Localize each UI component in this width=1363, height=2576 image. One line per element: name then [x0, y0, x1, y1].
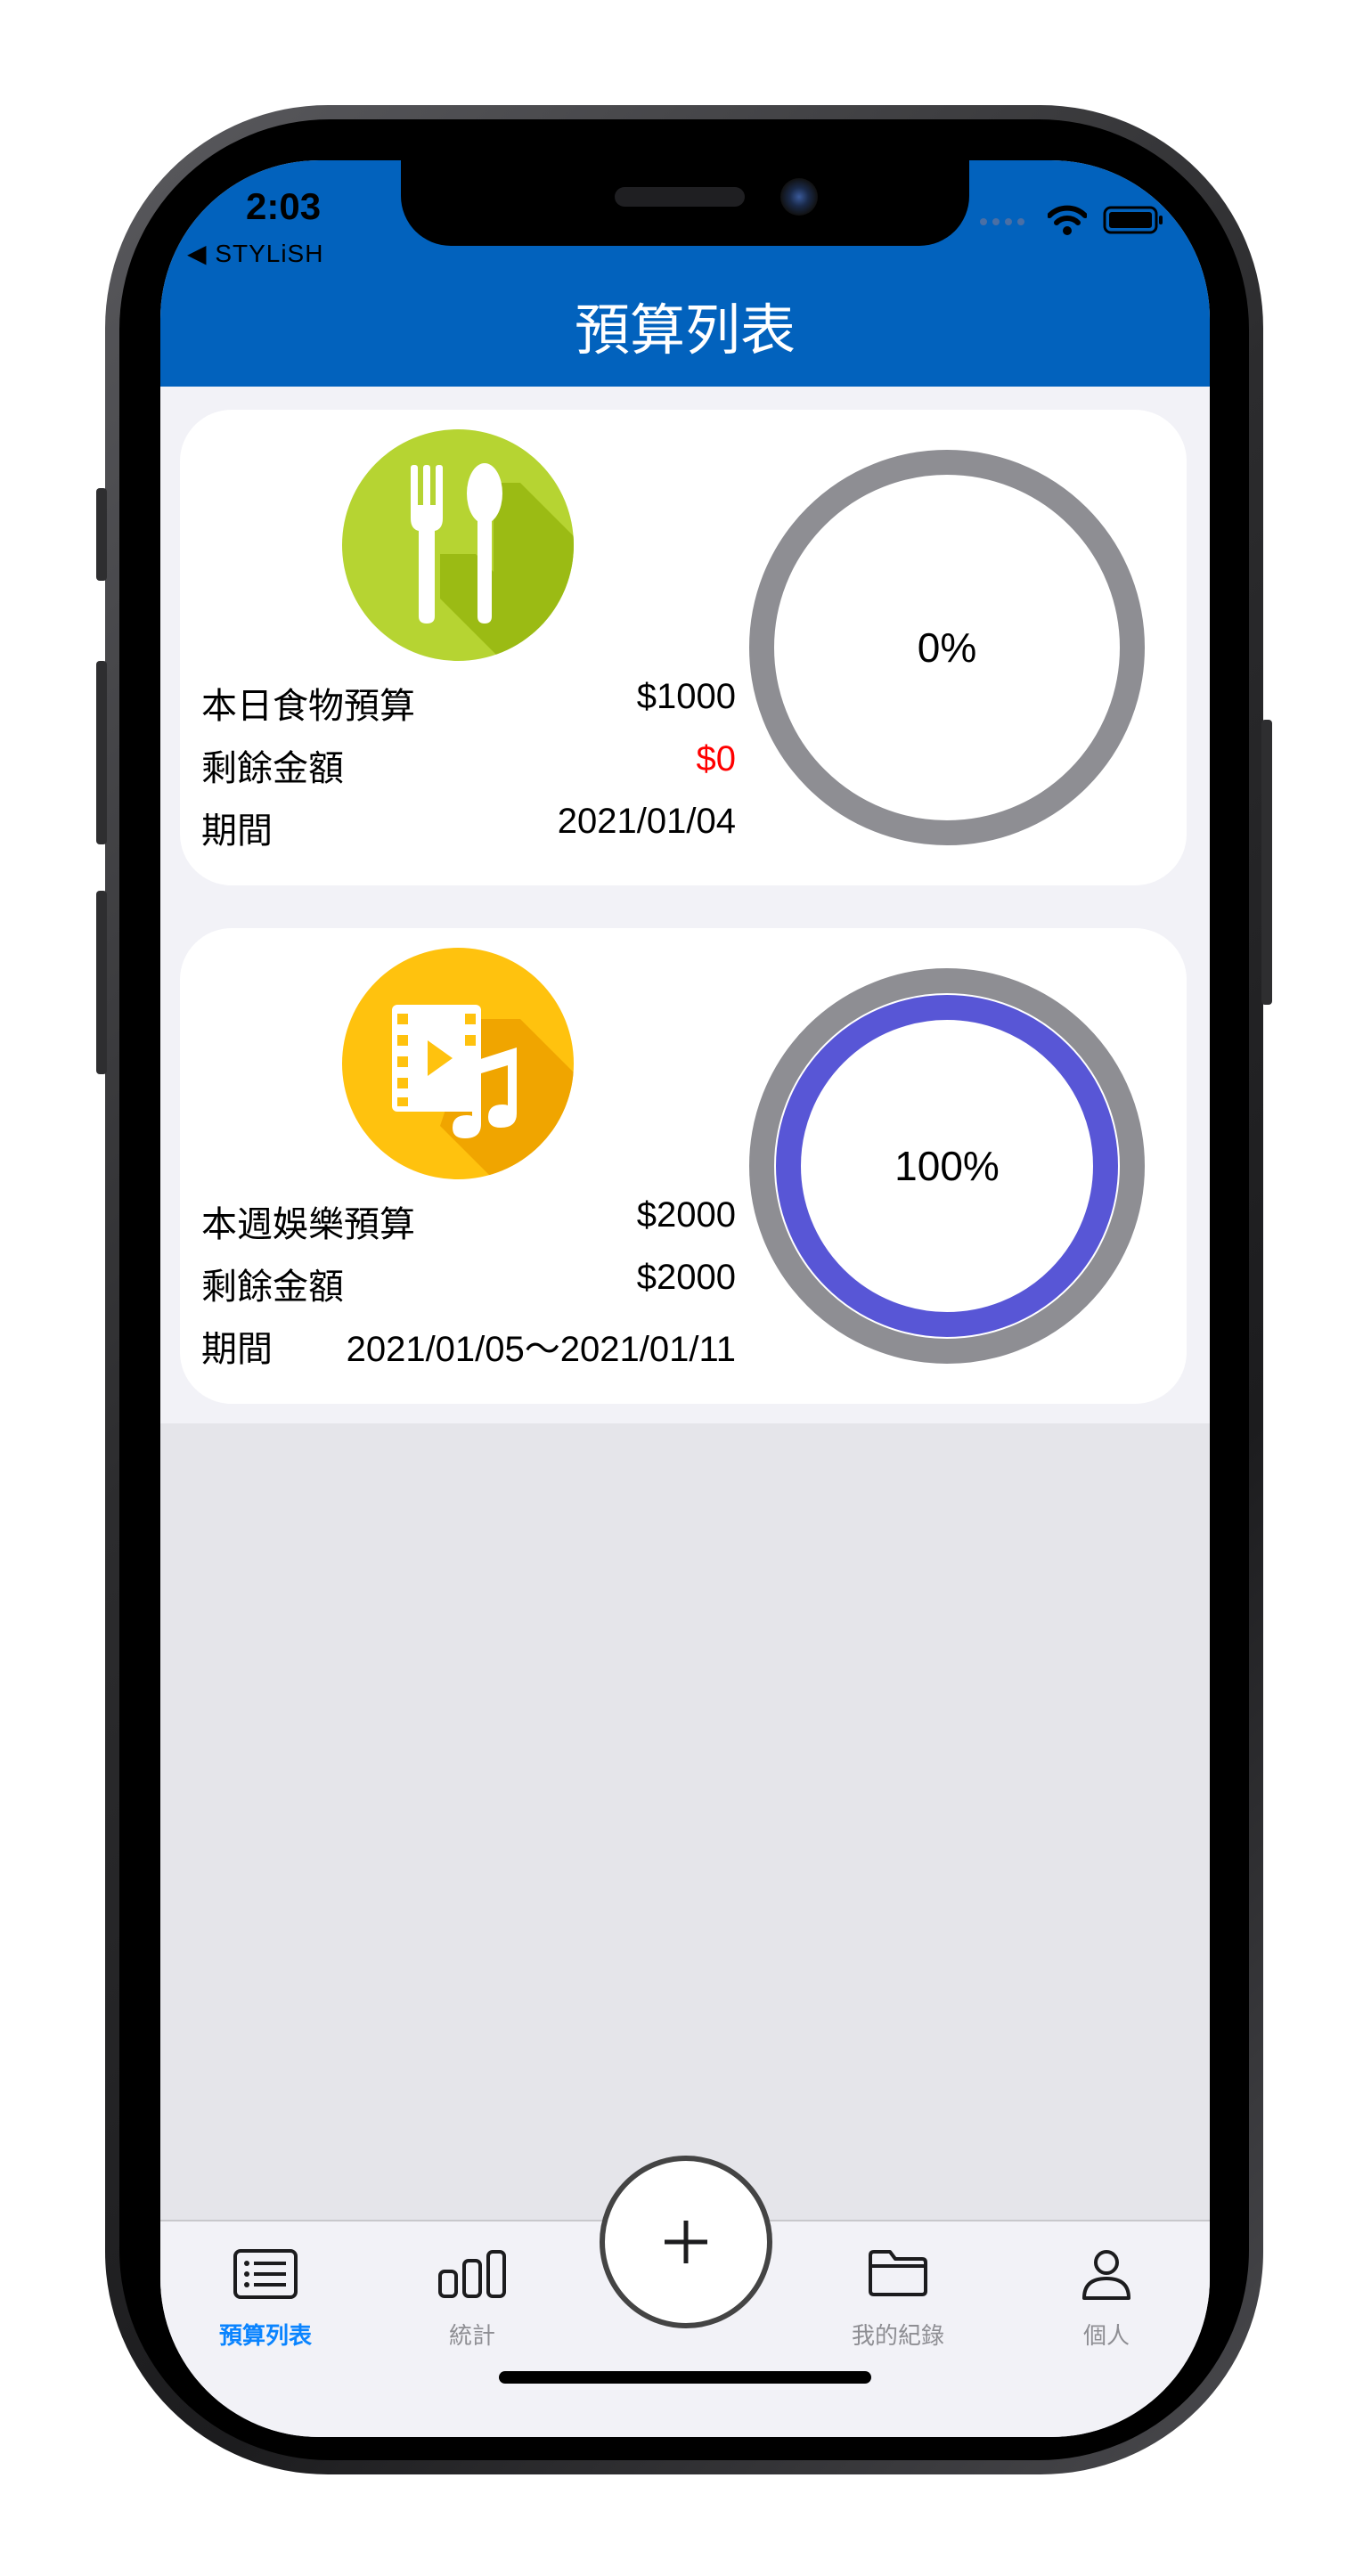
progress-ring: 0% [747, 447, 1147, 848]
budget-list: 本日食物預算 $1000 剩餘金額 $0 期間 2021/01/04 0% 本週… [160, 387, 1210, 1423]
plus-icon [665, 2221, 707, 2263]
remaining-amount: $0 [696, 739, 737, 779]
page-title: 預算列表 [574, 300, 796, 362]
budget-name: 本週娛樂預算 [201, 1205, 415, 1244]
progress-percent: 0% [917, 624, 977, 671]
power-button [1261, 720, 1272, 1005]
tab-label: 個人 [1082, 2322, 1130, 2349]
home-indicator [499, 2371, 871, 2384]
tab-my-records[interactable]: 我的紀錄 [809, 2221, 987, 2355]
screen: 2:03 ◀ STYLiSH 預算列表 本日食物預算 $1000 剩餘金額 $0… [160, 160, 1210, 2437]
tab-label: 預算列表 [218, 2322, 312, 2349]
back-to-app-link[interactable]: ◀ STYLiSH [187, 239, 323, 268]
signal-icon [980, 218, 1024, 225]
folder-icon [869, 2250, 927, 2296]
volume-up-button [96, 661, 107, 844]
budget-name: 本日食物預算 [201, 687, 415, 726]
tab-statistics[interactable]: 統計 [383, 2221, 561, 2355]
progress-percent: 100% [894, 1143, 1000, 1189]
remaining-label: 剩餘金額 [201, 1268, 344, 1307]
speaker [615, 187, 745, 207]
status-indicators [978, 205, 1165, 235]
notch [401, 160, 969, 246]
add-budget-button[interactable] [600, 2156, 772, 2328]
status-time: 2:03 [246, 185, 322, 227]
list-icon [233, 2249, 298, 2299]
period-value: 2021/01/04 [557, 802, 736, 841]
tab-budget-list[interactable]: 預算列表 [176, 2221, 355, 2355]
budget-amount: $1000 [636, 677, 736, 716]
tab-label: 我的紀錄 [851, 2322, 944, 2349]
battery-icon [1103, 206, 1163, 234]
budget-card-entertainment[interactable]: 本週娛樂預算 $2000 剩餘金額 $2000 期間 2021/01/05～20… [180, 928, 1187, 1404]
bar-chart-icon [438, 2250, 506, 2298]
film-music-icon [342, 948, 574, 1179]
tab-profile[interactable]: 個人 [1017, 2221, 1196, 2355]
progress-ring: 100% [747, 966, 1147, 1366]
person-icon [1082, 2250, 1130, 2300]
front-camera [780, 178, 818, 216]
remaining-amount: $2000 [636, 1258, 736, 1297]
tab-label: 統計 [448, 2322, 495, 2349]
budget-card-food[interactable]: 本日食物預算 $1000 剩餘金額 $0 期間 2021/01/04 0% [180, 410, 1187, 885]
period-label: 期間 [201, 1330, 273, 1369]
silent-switch [96, 488, 107, 581]
budget-amount: $2000 [636, 1195, 736, 1235]
period-label: 期間 [201, 811, 273, 851]
period-value: 2021/01/05～2021/01/11 [346, 1330, 736, 1369]
remaining-label: 剩餘金額 [201, 749, 344, 788]
wifi-icon [1048, 205, 1087, 235]
fork-spoon-icon [342, 429, 574, 661]
volume-down-button [96, 891, 107, 1074]
